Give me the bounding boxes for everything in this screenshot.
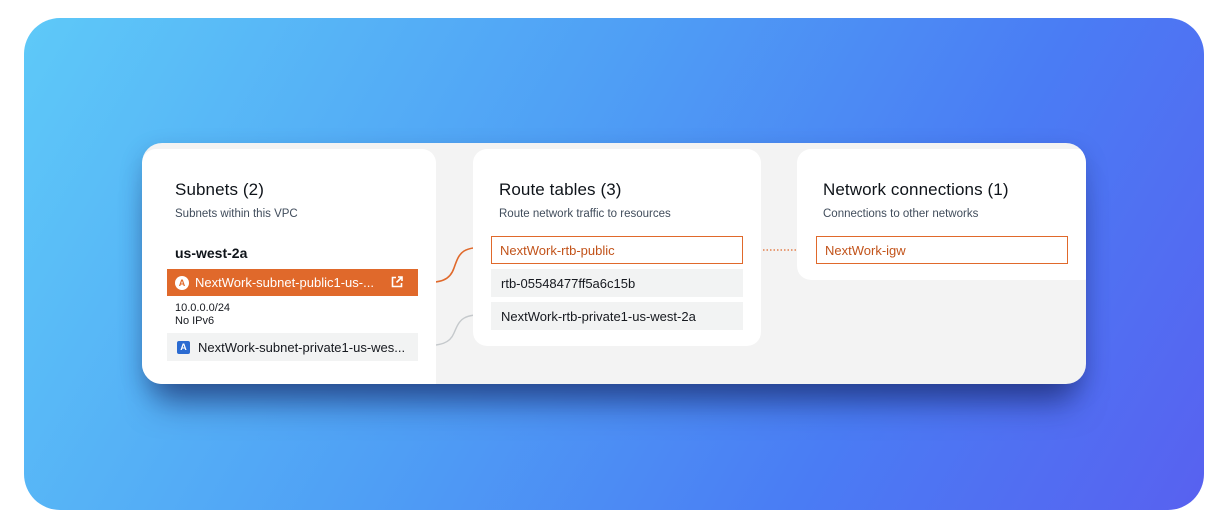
route-tables-subtitle: Route network traffic to resources: [499, 208, 671, 220]
route-table-item-private[interactable]: NextWork-rtb-private1-us-west-2a: [491, 302, 743, 330]
network-connections-subtitle: Connections to other networks: [823, 208, 979, 220]
route-table-item-public[interactable]: NextWork-rtb-public: [491, 236, 743, 264]
network-connection-label: NextWork-igw: [825, 242, 906, 258]
route-tables-panel: Route tables (3) Route network traffic t…: [473, 149, 761, 346]
availability-zone-label: us-west-2a: [175, 245, 248, 261]
route-tables-title: Route tables (3): [499, 180, 622, 199]
subnets-subtitle: Subnets within this VPC: [175, 208, 298, 220]
subnet-item-label: NextWork-subnet-public1-us-...: [195, 275, 374, 290]
subnet-cidr: 10.0.0.0/24: [175, 302, 231, 314]
subnet-item-private[interactable]: A NextWork-subnet-private1-us-wes...: [167, 333, 418, 361]
network-connections-title: Network connections (1): [823, 180, 1009, 199]
subnets-title: Subnets (2): [175, 180, 264, 199]
route-table-label: rtb-05548477ff5a6c15b: [501, 275, 636, 291]
availability-zone-badge-icon: A: [175, 275, 189, 290]
subnet-item-label: NextWork-subnet-private1-us-wes...: [198, 339, 406, 355]
subnet-ipv6: No IPv6: [175, 315, 215, 327]
availability-zone-badge-icon: A: [177, 340, 190, 354]
external-link-icon[interactable]: [390, 275, 404, 289]
route-table-label: NextWork-rtb-private1-us-west-2a: [501, 308, 696, 324]
route-table-label: NextWork-rtb-public: [500, 242, 615, 258]
subnet-item-public[interactable]: A NextWork-subnet-public1-us-...: [167, 269, 418, 296]
subnets-panel: Subnets (2) Subnets within this VPC us-w…: [142, 149, 436, 384]
network-connections-panel: Network connections (1) Connections to o…: [797, 149, 1086, 280]
network-connection-item-igw[interactable]: NextWork-igw: [816, 236, 1068, 264]
route-table-item-main[interactable]: rtb-05548477ff5a6c15b: [491, 269, 743, 297]
vpc-resource-map: Subnets (2) Subnets within this VPC us-w…: [142, 143, 1086, 384]
